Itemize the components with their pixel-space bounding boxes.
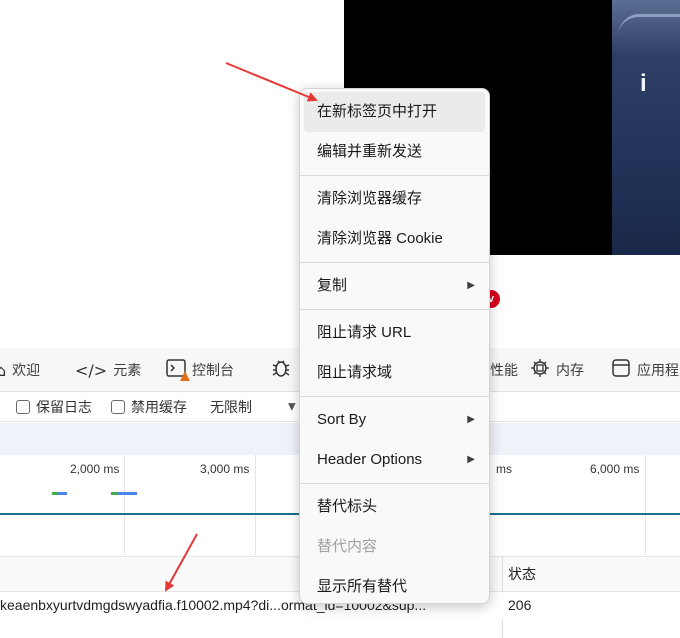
disable-cache-checkbox[interactable]: 禁用缓存 [111, 397, 187, 417]
tab-performance[interactable]: 性能 [490, 348, 518, 392]
tab-performance-label: 性能 [490, 362, 518, 378]
tick-label: 6,000 ms [590, 462, 640, 476]
menu-item-open-in-new-tab[interactable]: 在新标签页中打开 [304, 92, 485, 132]
memory-chip-icon [530, 358, 550, 382]
bug-icon [270, 357, 292, 383]
tick-label: 3,000 ms [200, 462, 250, 476]
menu-item-override-headers[interactable]: 替代标头 [304, 487, 485, 527]
menu-separator [300, 262, 489, 263]
console-icon [166, 359, 190, 381]
tab-memory-label: 内存 [556, 362, 584, 378]
submenu-arrow-icon: ▶ [467, 280, 475, 291]
application-icon [611, 358, 631, 382]
tab-sources[interactable] [270, 348, 292, 392]
submenu-arrow-icon: ▶ [467, 454, 475, 465]
preserve-log-checkbox[interactable]: 保留日志 [16, 397, 92, 417]
menu-item-copy[interactable]: 复制 ▶ [304, 266, 485, 306]
home-icon: ⌂ [0, 360, 7, 380]
menu-item-block-request-url[interactable]: 阻止请求 URL [304, 313, 485, 353]
tab-application[interactable]: 应用程 [611, 348, 679, 392]
menu-separator [300, 483, 489, 484]
tab-console[interactable]: 控制台 [166, 348, 234, 392]
checkbox-box [111, 399, 125, 414]
menu-item-sort-by[interactable]: Sort By ▶ [304, 400, 485, 440]
column-header-status[interactable]: 状态 [508, 557, 536, 593]
code-icon: </> [75, 360, 108, 380]
tab-elements[interactable]: </> 元素 [75, 348, 141, 392]
tick-line [645, 455, 646, 555]
tab-welcome-label: 欢迎 [12, 362, 41, 378]
menu-separator [300, 309, 489, 310]
tab-application-label: 应用程 [637, 362, 679, 378]
menu-item-block-request-domain[interactable]: 阻止请求域 [304, 353, 485, 393]
menu-item-override-content: 替代内容 [317, 538, 378, 555]
context-menu: 在新标签页中打开 编辑并重新发送 清除浏览器缓存 清除浏览器 Cookie 复制… [299, 88, 490, 604]
menu-item-clear-browser-cookie[interactable]: 清除浏览器 Cookie [304, 219, 485, 259]
tab-console-label: 控制台 [192, 362, 234, 378]
tick-label: 2,000 ms [70, 462, 120, 476]
menu-item-show-all-overrides[interactable]: 显示所有替代 [304, 567, 485, 607]
page-blank-area [0, 0, 344, 348]
timeline-segment [117, 492, 137, 495]
disable-cache-label: 禁用缓存 [131, 398, 187, 415]
menu-item-sort-by-label: Sort By [317, 411, 367, 428]
preserve-log-label: 保留日志 [36, 398, 92, 415]
menu-item-header-options[interactable]: Header Options ▶ [304, 440, 485, 480]
throttling-select[interactable]: 无限制 [210, 397, 252, 417]
request-status: 206 [508, 597, 532, 613]
video-overlay-text: i [640, 70, 647, 97]
menu-item-copy-label: 复制 [317, 277, 348, 294]
checkbox-box [16, 399, 30, 414]
menu-item-edit-and-resend[interactable]: 编辑并重新发送 [304, 132, 485, 172]
tab-elements-label: 元素 [113, 362, 142, 378]
chevron-down-icon[interactable]: ▼ [288, 401, 296, 412]
menu-separator [300, 175, 489, 176]
video-frame-image: i [612, 0, 680, 255]
tick-line [124, 455, 125, 555]
tab-welcome[interactable]: ⌂ 欢迎 [0, 348, 40, 392]
menu-separator [300, 396, 489, 397]
tick-label: ms [496, 462, 512, 476]
tick-line [255, 455, 256, 555]
menu-item-header-options-label: Header Options [317, 451, 423, 468]
tab-memory[interactable]: 内存 [530, 348, 584, 392]
timeline-segment [57, 492, 67, 495]
menu-item-clear-browser-cache[interactable]: 清除浏览器缓存 [304, 179, 485, 219]
submenu-arrow-icon: ▶ [467, 414, 475, 425]
